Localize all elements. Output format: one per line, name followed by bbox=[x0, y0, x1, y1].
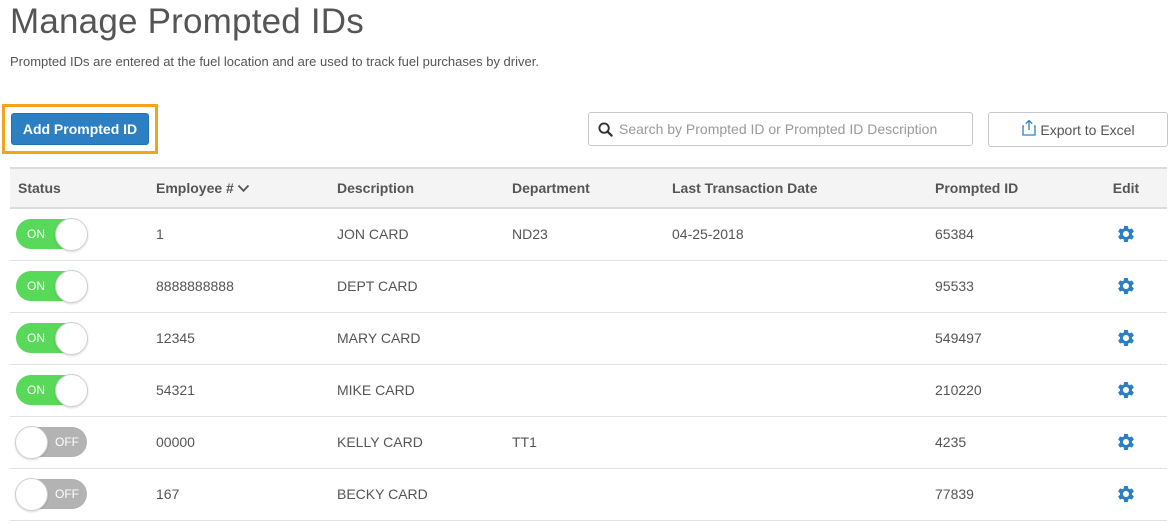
toggle-knob bbox=[15, 426, 48, 459]
last-transaction-cell: 04-25-2018 bbox=[672, 226, 744, 243]
employee-cell: 00000 bbox=[156, 434, 195, 450]
status-toggle[interactable]: ON bbox=[16, 270, 88, 303]
description-cell: BECKY CARD bbox=[337, 486, 428, 502]
column-header-prompted-id[interactable]: Prompted ID bbox=[927, 168, 1077, 208]
search-box[interactable] bbox=[588, 112, 973, 146]
prompted-id-cell: 65384 bbox=[935, 226, 974, 243]
edit-cell[interactable] bbox=[1077, 416, 1167, 468]
page-subtitle: Prompted IDs are entered at the fuel loc… bbox=[10, 54, 539, 69]
description-cell: KELLY CARD bbox=[337, 434, 423, 450]
column-header-last-transaction[interactable]: Last Transaction Date bbox=[664, 168, 927, 208]
edit-cell[interactable] bbox=[1077, 468, 1167, 520]
employee-cell: 167 bbox=[156, 486, 180, 502]
department-cell bbox=[504, 468, 664, 520]
column-header-department[interactable]: Department bbox=[504, 168, 664, 208]
status-toggle[interactable]: ON bbox=[16, 322, 88, 355]
employee-cell: 8888888888 bbox=[156, 278, 234, 294]
status-toggle-label: OFF bbox=[55, 435, 79, 449]
employee-cell: 12345 bbox=[156, 330, 195, 346]
gear-icon bbox=[1118, 486, 1134, 502]
gear-icon bbox=[1118, 382, 1134, 398]
edit-cell[interactable] bbox=[1077, 208, 1167, 260]
employee-cell: 54321 bbox=[156, 382, 195, 398]
department-cell bbox=[504, 312, 664, 364]
chevron-down-icon[interactable] bbox=[237, 184, 250, 193]
status-toggle-label: ON bbox=[27, 279, 45, 293]
department-cell: ND23 bbox=[512, 226, 548, 243]
status-toggle-label: ON bbox=[27, 227, 45, 242]
status-toggle-label: ON bbox=[27, 383, 45, 397]
description-cell: MIKE CARD bbox=[337, 382, 415, 398]
table-header-row: Status Employee # Description Department… bbox=[10, 168, 1167, 208]
prompted-ids-table: Status Employee # Description Department… bbox=[10, 167, 1167, 521]
table-row: ON 12345 MARY CARD 549497 bbox=[10, 312, 1167, 364]
gear-icon bbox=[1118, 278, 1134, 294]
status-cell: OFF bbox=[10, 416, 148, 468]
last-transaction-cell bbox=[664, 312, 927, 364]
prompted-id-cell: 210220 bbox=[935, 382, 982, 398]
status-toggle-label: OFF bbox=[55, 487, 79, 501]
description-cell: JON CARD bbox=[337, 226, 409, 243]
status-toggle[interactable]: OFF bbox=[15, 478, 87, 511]
last-transaction-cell bbox=[664, 260, 927, 312]
status-toggle-label: ON bbox=[27, 331, 45, 345]
search-input[interactable] bbox=[619, 121, 959, 137]
status-cell: ON bbox=[10, 312, 148, 364]
gear-icon bbox=[1118, 434, 1134, 450]
export-label: Export to Excel bbox=[1040, 121, 1135, 138]
table-row: ON 8888888888 DEPT CARD 95533 bbox=[10, 260, 1167, 312]
table-row: ON 54321 MIKE CARD 210220 bbox=[10, 364, 1167, 416]
column-header-description[interactable]: Description bbox=[329, 168, 504, 208]
last-transaction-cell bbox=[664, 364, 927, 416]
table-row: OFF 00000 KELLY CARD TT1 4235 bbox=[10, 416, 1167, 468]
toggle-knob bbox=[55, 374, 88, 407]
status-toggle[interactable]: ON bbox=[16, 374, 88, 407]
last-transaction-cell bbox=[664, 468, 927, 520]
export-to-excel-button[interactable]: Export to Excel bbox=[988, 112, 1168, 147]
prompted-id-cell: 549497 bbox=[935, 330, 982, 346]
search-icon bbox=[598, 121, 613, 137]
table-row: ON 1 JON CARD ND23 04-25-2018 65384 bbox=[10, 208, 1167, 260]
edit-cell[interactable] bbox=[1077, 312, 1167, 364]
employee-cell: 1 bbox=[156, 226, 164, 243]
add-prompted-id-button[interactable]: Add Prompted ID bbox=[11, 113, 149, 145]
column-header-employee[interactable]: Employee # bbox=[148, 168, 329, 208]
status-cell: ON bbox=[10, 364, 148, 416]
description-cell: DEPT CARD bbox=[337, 278, 418, 294]
description-cell: MARY CARD bbox=[337, 330, 421, 346]
toggle-knob bbox=[55, 218, 88, 252]
table-row: OFF 167 BECKY CARD 77839 bbox=[10, 468, 1167, 520]
gear-icon bbox=[1118, 330, 1134, 346]
status-toggle[interactable]: OFF bbox=[15, 426, 87, 459]
prompted-id-cell: 77839 bbox=[935, 486, 974, 502]
toggle-knob bbox=[15, 478, 48, 511]
add-button-highlight: Add Prompted ID bbox=[2, 104, 158, 154]
gear-icon bbox=[1118, 226, 1134, 243]
edit-cell[interactable] bbox=[1077, 364, 1167, 416]
department-cell bbox=[504, 260, 664, 312]
column-header-status[interactable]: Status bbox=[10, 168, 148, 208]
status-toggle[interactable]: ON bbox=[16, 218, 88, 252]
department-cell: TT1 bbox=[512, 434, 537, 450]
prompted-id-cell: 4235 bbox=[935, 434, 967, 450]
page-title: Manage Prompted IDs bbox=[10, 2, 364, 41]
last-transaction-cell bbox=[664, 416, 927, 468]
status-cell: ON bbox=[10, 208, 148, 260]
edit-cell[interactable] bbox=[1077, 260, 1167, 312]
status-cell: ON bbox=[10, 260, 148, 312]
export-icon bbox=[1022, 119, 1037, 136]
prompted-id-cell: 95533 bbox=[935, 278, 974, 294]
column-header-edit: Edit bbox=[1112, 180, 1140, 196]
status-cell: OFF bbox=[10, 468, 148, 520]
toggle-knob bbox=[55, 322, 88, 355]
department-cell bbox=[504, 364, 664, 416]
toggle-knob bbox=[55, 270, 88, 303]
